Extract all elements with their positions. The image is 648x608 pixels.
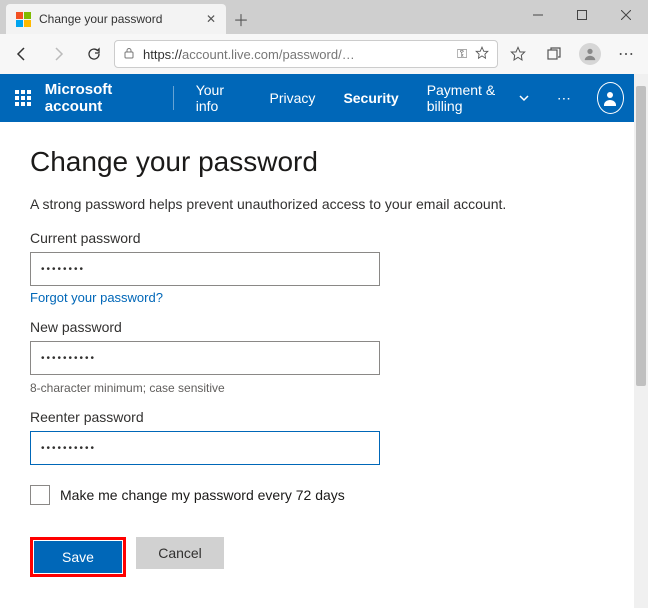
page-content: Change your password A strong password h…: [0, 122, 634, 601]
save-highlight: Save: [30, 537, 126, 577]
nav-privacy[interactable]: Privacy: [260, 74, 326, 122]
vertical-scrollbar[interactable]: [634, 74, 648, 608]
forgot-password-link[interactable]: Forgot your password?: [30, 290, 163, 305]
collections-button[interactable]: [538, 38, 570, 70]
nav-security[interactable]: Security: [333, 74, 408, 122]
new-tab-button[interactable]: ＋: [226, 4, 256, 34]
nav-your-info[interactable]: Your info: [186, 74, 252, 122]
close-tab-icon[interactable]: ✕: [206, 12, 216, 26]
address-bar[interactable]: https://account.live.com/password/… ⚿: [114, 40, 498, 68]
key-icon[interactable]: ⚿: [457, 46, 467, 62]
current-password-label: Current password: [30, 230, 604, 246]
maximize-button[interactable]: [560, 0, 604, 30]
app-launcher-button[interactable]: [10, 82, 37, 114]
favorites-button[interactable]: [502, 38, 534, 70]
page-viewport: Microsoft account Your info Privacy Secu…: [0, 74, 648, 608]
favorite-add-icon[interactable]: [475, 46, 489, 63]
lock-icon: [123, 47, 135, 62]
nav-separator: [173, 86, 174, 110]
browser-toolbar: https://account.live.com/password/… ⚿ ⋯: [0, 34, 648, 74]
account-avatar[interactable]: [597, 82, 624, 114]
current-password-input[interactable]: ••••••••: [30, 252, 380, 286]
waffle-icon: [15, 90, 31, 106]
nav-more[interactable]: ⋯: [547, 90, 581, 107]
new-password-input[interactable]: ••••••••••: [30, 341, 380, 375]
reenter-password-input[interactable]: ••••••••••: [30, 431, 380, 465]
periodic-change-checkbox[interactable]: [30, 485, 50, 505]
brand-label[interactable]: Microsoft account: [45, 81, 153, 115]
chevron-down-icon: [519, 90, 529, 106]
scroll-thumb[interactable]: [636, 86, 646, 386]
account-nav: Microsoft account Your info Privacy Secu…: [0, 74, 634, 122]
minimize-button[interactable]: [516, 0, 560, 30]
profile-button[interactable]: [574, 38, 606, 70]
cancel-button[interactable]: Cancel: [136, 537, 224, 569]
periodic-change-label: Make me change my password every 72 days: [60, 487, 345, 503]
nav-payment[interactable]: Payment & billing: [417, 74, 539, 122]
password-hint: 8-character minimum; case sensitive: [30, 381, 604, 395]
reenter-password-label: Reenter password: [30, 409, 604, 425]
refresh-button[interactable]: [78, 38, 110, 70]
close-window-button[interactable]: [604, 0, 648, 30]
window-titlebar: Change your password ✕ ＋: [0, 0, 648, 34]
save-button[interactable]: Save: [34, 541, 122, 573]
ms-logo-icon: [16, 12, 31, 27]
tab-title: Change your password: [39, 12, 198, 26]
new-password-label: New password: [30, 319, 604, 335]
back-button[interactable]: [6, 38, 38, 70]
url-text: https://account.live.com/password/…: [143, 47, 449, 62]
browser-tab[interactable]: Change your password ✕: [6, 4, 226, 34]
nav-payment-label: Payment & billing: [427, 82, 515, 114]
more-button[interactable]: ⋯: [610, 38, 642, 70]
page-heading: Change your password: [30, 146, 604, 178]
window-controls: [516, 0, 648, 30]
person-icon: [602, 90, 618, 106]
page-description: A strong password helps prevent unauthor…: [30, 196, 604, 212]
forward-button[interactable]: [42, 38, 74, 70]
